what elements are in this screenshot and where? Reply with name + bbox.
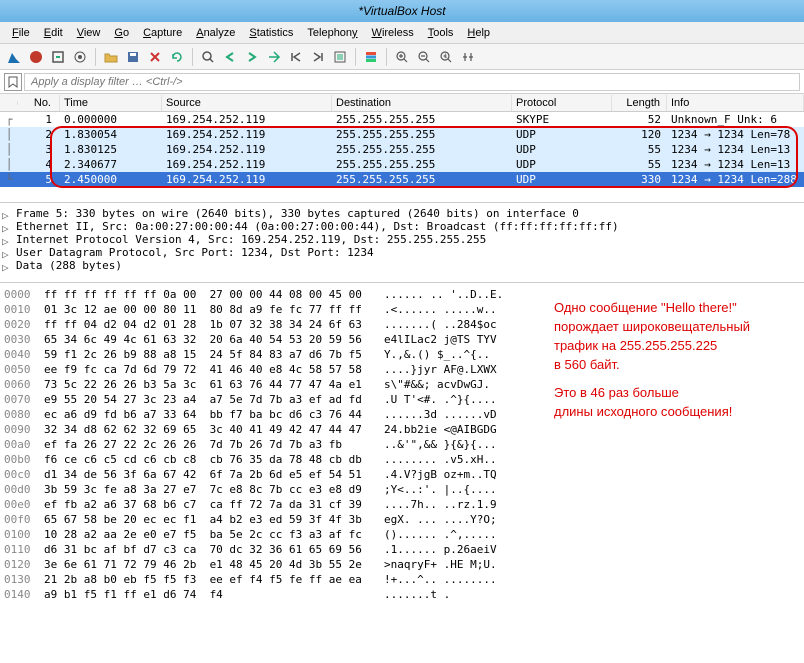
expand-icon[interactable]: ▷ <box>2 261 14 271</box>
open-file-icon[interactable] <box>101 47 121 67</box>
menu-edit[interactable]: Edit <box>38 25 69 41</box>
expand-icon[interactable]: ▷ <box>2 248 14 258</box>
hex-row[interactable]: 009032 34 d8 62 62 32 69 65 3c 40 41 49 … <box>4 422 804 437</box>
hex-row[interactable]: 00c0d1 34 de 56 3f 6a 67 42 6f 7a 2b 6d … <box>4 467 804 482</box>
find-icon[interactable] <box>198 47 218 67</box>
hex-row[interactable]: 00d03b 59 3c fe a8 3a 27 e7 7c e8 8c 7b … <box>4 482 804 497</box>
auto-scroll-icon[interactable] <box>330 47 350 67</box>
resize-columns-icon[interactable] <box>458 47 478 67</box>
col-header-protocol[interactable]: Protocol <box>512 95 612 111</box>
packet-list[interactable]: ┌10.000000169.254.252.119255.255.255.255… <box>0 112 804 202</box>
menu-statistics[interactable]: Statistics <box>243 25 299 41</box>
go-to-packet-icon[interactable] <box>264 47 284 67</box>
detail-line[interactable]: ▷User Datagram Protocol, Src Port: 1234,… <box>2 246 802 259</box>
menu-file[interactable]: File <box>6 25 36 41</box>
col-header-time[interactable]: Time <box>60 95 162 111</box>
zoom-reset-icon[interactable]: 1 <box>436 47 456 67</box>
display-filter-input[interactable] <box>24 73 800 91</box>
detail-line[interactable]: ▷Ethernet II, Src: 0a:00:27:00:00:44 (0a… <box>2 220 802 233</box>
menubar: File Edit View Go Capture Analyze Statis… <box>0 22 804 44</box>
hex-row[interactable]: 00a0ef fa 26 27 22 2c 26 26 7d 7b 26 7d … <box>4 437 804 452</box>
hex-row[interactable]: 0110d6 31 bc af bf d7 c3 ca 70 dc 32 36 … <box>4 542 804 557</box>
col-header-length[interactable]: Length <box>612 95 667 111</box>
menu-analyze[interactable]: Analyze <box>190 25 241 41</box>
bookmark-icon[interactable] <box>4 73 22 91</box>
zoom-in-icon[interactable] <box>392 47 412 67</box>
packet-row[interactable]: ┌10.000000169.254.252.119255.255.255.255… <box>0 112 804 127</box>
packet-row[interactable]: └52.450000169.254.252.119255.255.255.255… <box>0 172 804 187</box>
packet-bytes-pane[interactable]: 0000ff ff ff ff ff ff 0a 00 27 00 00 44 … <box>0 283 804 602</box>
go-last-icon[interactable] <box>308 47 328 67</box>
hex-row[interactable]: 013021 2b a8 b0 eb f5 f5 f3 ee ef f4 f5 … <box>4 572 804 587</box>
zoom-out-icon[interactable] <box>414 47 434 67</box>
go-forward-icon[interactable] <box>242 47 262 67</box>
packet-row[interactable]: │31.830125169.254.252.119255.255.255.255… <box>0 142 804 157</box>
expand-icon[interactable]: ▷ <box>2 235 14 245</box>
hex-row[interactable]: 01203e 6e 61 71 72 79 46 2b e1 48 45 20 … <box>4 557 804 572</box>
menu-capture[interactable]: Capture <box>137 25 188 41</box>
detail-line[interactable]: ▷Frame 5: 330 bytes on wire (2640 bits),… <box>2 207 802 220</box>
expand-icon[interactable]: ▷ <box>2 209 14 219</box>
hex-row[interactable]: 00b0f6 ce c6 c5 cd c6 cb c8 cb 76 35 da … <box>4 452 804 467</box>
packet-row[interactable]: │42.340677169.254.252.119255.255.255.255… <box>0 157 804 172</box>
menu-telephony[interactable]: Telephony <box>301 25 363 41</box>
hex-row[interactable]: 00e0ef fb a2 a6 37 68 b6 c7 ca ff 72 7a … <box>4 497 804 512</box>
save-file-icon[interactable] <box>123 47 143 67</box>
shark-fin-icon[interactable] <box>4 47 24 67</box>
col-header-info[interactable]: Info <box>667 95 804 111</box>
window-titlebar: *VirtualBox Host <box>0 0 804 22</box>
colorize-icon[interactable] <box>361 47 381 67</box>
detail-line[interactable]: ▷Internet Protocol Version 4, Src: 169.2… <box>2 233 802 246</box>
restart-capture-icon[interactable] <box>48 47 68 67</box>
packet-details-pane[interactable]: ▷Frame 5: 330 bytes on wire (2640 bits),… <box>0 202 804 283</box>
close-file-icon[interactable] <box>145 47 165 67</box>
menu-wireless[interactable]: Wireless <box>366 25 420 41</box>
menu-view[interactable]: View <box>71 25 107 41</box>
col-header-destination[interactable]: Destination <box>332 95 512 111</box>
menu-go[interactable]: Go <box>108 25 135 41</box>
col-header-source[interactable]: Source <box>162 95 332 111</box>
reload-icon[interactable] <box>167 47 187 67</box>
packet-list-header: No. Time Source Destination Protocol Len… <box>0 94 804 112</box>
hex-row[interactable]: 00f065 67 58 be 20 ec ec f1 a4 b2 e3 ed … <box>4 512 804 527</box>
display-filter-bar <box>0 70 804 94</box>
col-header-no[interactable]: No. <box>18 95 60 111</box>
expand-icon[interactable]: ▷ <box>2 222 14 232</box>
hex-row[interactable]: 0140a9 b1 f5 f1 ff e1 d6 74 f4 .......t … <box>4 587 804 602</box>
menu-help[interactable]: Help <box>461 25 496 41</box>
packet-row[interactable]: │21.830054169.254.252.119255.255.255.255… <box>0 127 804 142</box>
hex-row[interactable]: 010010 28 a2 aa 2e e0 e7 f5 ba 5e 2c cc … <box>4 527 804 542</box>
main-toolbar: 1 <box>0 44 804 70</box>
capture-options-icon[interactable] <box>70 47 90 67</box>
go-back-icon[interactable] <box>220 47 240 67</box>
stop-capture-icon[interactable] <box>26 47 46 67</box>
detail-line[interactable]: ▷Data (288 bytes) <box>2 259 802 272</box>
annotation-text: Одно сообщение "Hello there!" порождает … <box>554 299 794 422</box>
go-first-icon[interactable] <box>286 47 306 67</box>
menu-tools[interactable]: Tools <box>422 25 460 41</box>
